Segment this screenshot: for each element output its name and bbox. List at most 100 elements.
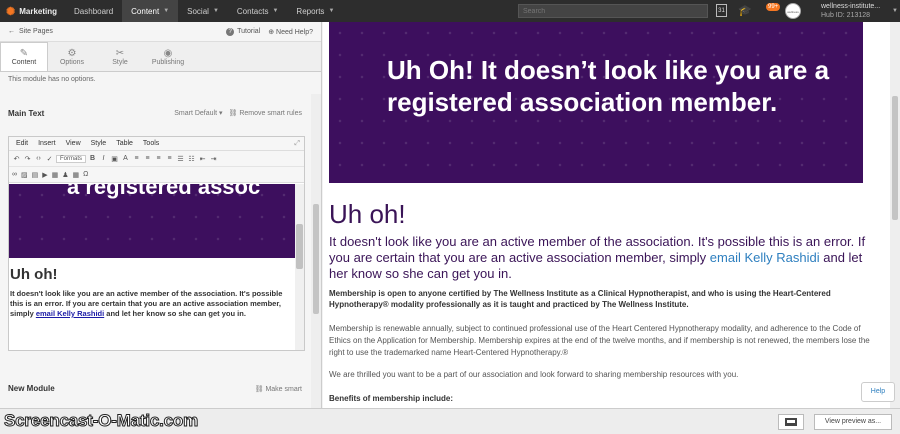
menu-edit[interactable]: Edit xyxy=(11,140,33,147)
make-smart-link[interactable]: ⛓ Make smart xyxy=(255,385,302,393)
back-arrow-icon[interactable]: ← xyxy=(8,28,15,35)
link-icon[interactable]: ∞ xyxy=(12,171,17,178)
cta-icon[interactable]: ▦ xyxy=(52,171,59,179)
text-color-icon[interactable]: A xyxy=(121,155,130,162)
sidebar-scrollbar[interactable] xyxy=(311,94,321,408)
align-left-icon[interactable]: ≡ xyxy=(132,155,141,162)
lifebuoy-icon: ⊕ xyxy=(268,28,277,36)
search-input[interactable] xyxy=(518,4,708,18)
editor-scrollbar[interactable] xyxy=(295,184,304,350)
sidebar-header: ← Site Pages ? Tutorial ⊕ Need Help? xyxy=(0,22,321,42)
page-heading: Uh oh! xyxy=(329,199,406,229)
chevron-down-icon: ▼ xyxy=(163,8,170,14)
academy-cap-icon[interactable]: 🎓 xyxy=(738,4,752,17)
notifications-icon[interactable]: 99+ xyxy=(762,3,781,18)
nav-dashboard[interactable]: Dashboard xyxy=(65,0,122,22)
video-icon[interactable]: ▶ xyxy=(42,171,47,179)
bottom-bar: Screencast-O-Matic.com View preview as..… xyxy=(0,408,900,434)
new-module-section: New Module ⛓ Make smart xyxy=(0,384,310,393)
fullscreen-icon[interactable]: ⤢ xyxy=(289,140,304,148)
align-center-icon[interactable]: ≡ xyxy=(143,155,152,162)
numbered-list-icon[interactable]: ☷ xyxy=(187,155,196,163)
calendar-icon[interactable]: 31 xyxy=(716,4,727,17)
formats-dropdown[interactable]: Formats xyxy=(56,154,87,163)
nav-contacts[interactable]: Contacts ▼ xyxy=(228,0,288,22)
table-icon[interactable]: ▦ xyxy=(73,171,80,179)
module-title: Main Text xyxy=(8,108,45,118)
editor-sidebar: ← Site Pages ? Tutorial ⊕ Need Help? ✎ Con… xyxy=(0,22,322,408)
hubspot-sprocket-icon: ✺ xyxy=(6,5,16,18)
chevron-down-icon: ▼ xyxy=(328,8,335,14)
tab-options[interactable]: ⚙ Options xyxy=(48,42,96,71)
menu-insert[interactable]: Insert xyxy=(33,140,61,147)
link-icon: ⛓ xyxy=(228,110,240,117)
tab-style[interactable]: ✂ Style xyxy=(96,42,144,71)
editor-toolbar-2: ∞ ▨ ▤ ▶ ▦ ♟ ▦ Ω xyxy=(9,167,304,183)
top-nav: ✺ Marketing Dashboard Content ▼ Social ▼ C… xyxy=(0,0,900,22)
redo-icon[interactable]: ↷ xyxy=(23,155,32,163)
tab-publishing[interactable]: ◉ Publishing xyxy=(144,42,192,71)
scissors-icon: ✂ xyxy=(115,47,125,59)
chevron-down-icon: ▼ xyxy=(272,8,279,14)
brand-label: Marketing xyxy=(19,6,58,16)
editor-email-link[interactable]: email Kelly Rashidi xyxy=(36,309,104,318)
desktop-preview-button[interactable] xyxy=(778,414,804,430)
menu-view[interactable]: View xyxy=(61,140,86,147)
nav-social[interactable]: Social ▼ xyxy=(178,0,228,22)
view-preview-button[interactable]: View preview as... xyxy=(814,414,892,430)
outdent-icon[interactable]: ⇤ xyxy=(198,155,207,163)
code-icon[interactable]: ‹› xyxy=(34,155,43,162)
avatar[interactable]: wellness xyxy=(785,3,801,19)
chevron-down-icon[interactable]: ▼ xyxy=(892,8,898,14)
monitor-icon xyxy=(785,418,797,426)
highlight-icon[interactable]: ▣ xyxy=(110,155,119,163)
editor-banner-image: a registered assoc xyxy=(9,184,296,258)
hero-banner: Uh Oh! It doesn’t look like you are a re… xyxy=(329,22,863,183)
undo-icon[interactable]: ↶ xyxy=(12,155,21,163)
menu-table[interactable]: Table xyxy=(111,140,138,147)
remove-smart-rules-link[interactable]: ⛓ Remove smart rules xyxy=(229,109,302,117)
tab-content[interactable]: ✎ Content xyxy=(0,42,48,71)
editor-menubar: Edit Insert View Style Table Tools ⤢ xyxy=(9,137,304,151)
align-right-icon[interactable]: ≡ xyxy=(154,155,163,162)
nav-content[interactable]: Content ▼ xyxy=(122,0,179,22)
bold-icon[interactable]: B xyxy=(88,155,97,162)
no-options-text: This module has no options. xyxy=(8,76,96,83)
account-name: wellness-institute... xyxy=(821,3,881,10)
person-icon[interactable]: ♟ xyxy=(62,171,68,179)
menu-style[interactable]: Style xyxy=(86,140,112,147)
indent-icon[interactable]: ⇥ xyxy=(209,155,218,163)
back-to-site-pages[interactable]: Site Pages xyxy=(19,28,53,35)
preview-scrollbar[interactable] xyxy=(890,22,900,408)
editor-banner-text: a registered assoc xyxy=(67,184,261,199)
page-preview: Uh Oh! It doesn’t look like you are a re… xyxy=(323,22,900,408)
spellcheck-icon[interactable]: ✓ xyxy=(45,155,54,163)
image-icon[interactable]: ▨ xyxy=(21,171,28,179)
nav-reports[interactable]: Reports ▼ xyxy=(287,0,343,22)
account-menu[interactable]: wellness-institute... Hub ID: 213128 xyxy=(821,2,880,20)
globe-icon: ◉ xyxy=(163,47,173,59)
file-icon[interactable]: ▤ xyxy=(32,171,39,179)
benefits-heading: Benefits of membership include: xyxy=(329,394,454,403)
rich-text-editor: Edit Insert View Style Table Tools ⤢ ↶ ↷… xyxy=(8,136,305,351)
email-kelly-link[interactable]: email Kelly Rashidi xyxy=(710,250,820,265)
help-button[interactable]: Help xyxy=(861,382,895,402)
justify-icon[interactable]: ≡ xyxy=(165,155,174,162)
question-icon: ? xyxy=(226,27,235,36)
bullet-list-icon[interactable]: ☰ xyxy=(176,155,185,163)
new-module-title: New Module xyxy=(8,384,55,393)
lead-paragraph: It doesn't look like you are an active m… xyxy=(329,234,866,281)
brand-logo[interactable]: ✺ Marketing xyxy=(0,0,65,22)
smart-default-dropdown[interactable]: Smart Default ▾ xyxy=(174,109,222,117)
gear-icon: ⚙ xyxy=(67,47,77,59)
need-help-link[interactable]: ⊕ Need Help? xyxy=(268,28,313,36)
editor-body[interactable]: a registered assoc Uh oh! It doesn't loo… xyxy=(9,184,296,350)
special-char-icon[interactable]: Ω xyxy=(83,171,88,178)
renewal-paragraph: Membership is renewable annually, subjec… xyxy=(329,324,870,357)
smart-icon: ⛓ xyxy=(254,385,266,393)
tutorial-link[interactable]: ? Tutorial xyxy=(226,27,260,36)
italic-icon[interactable]: I xyxy=(99,155,108,162)
menu-tools[interactable]: Tools xyxy=(138,140,164,147)
banner-title: Uh Oh! It doesn’t look like you are a re… xyxy=(387,55,830,117)
module-tabs: ✎ Content ⚙ Options ✂ Style ◉ Publishing xyxy=(0,42,321,72)
